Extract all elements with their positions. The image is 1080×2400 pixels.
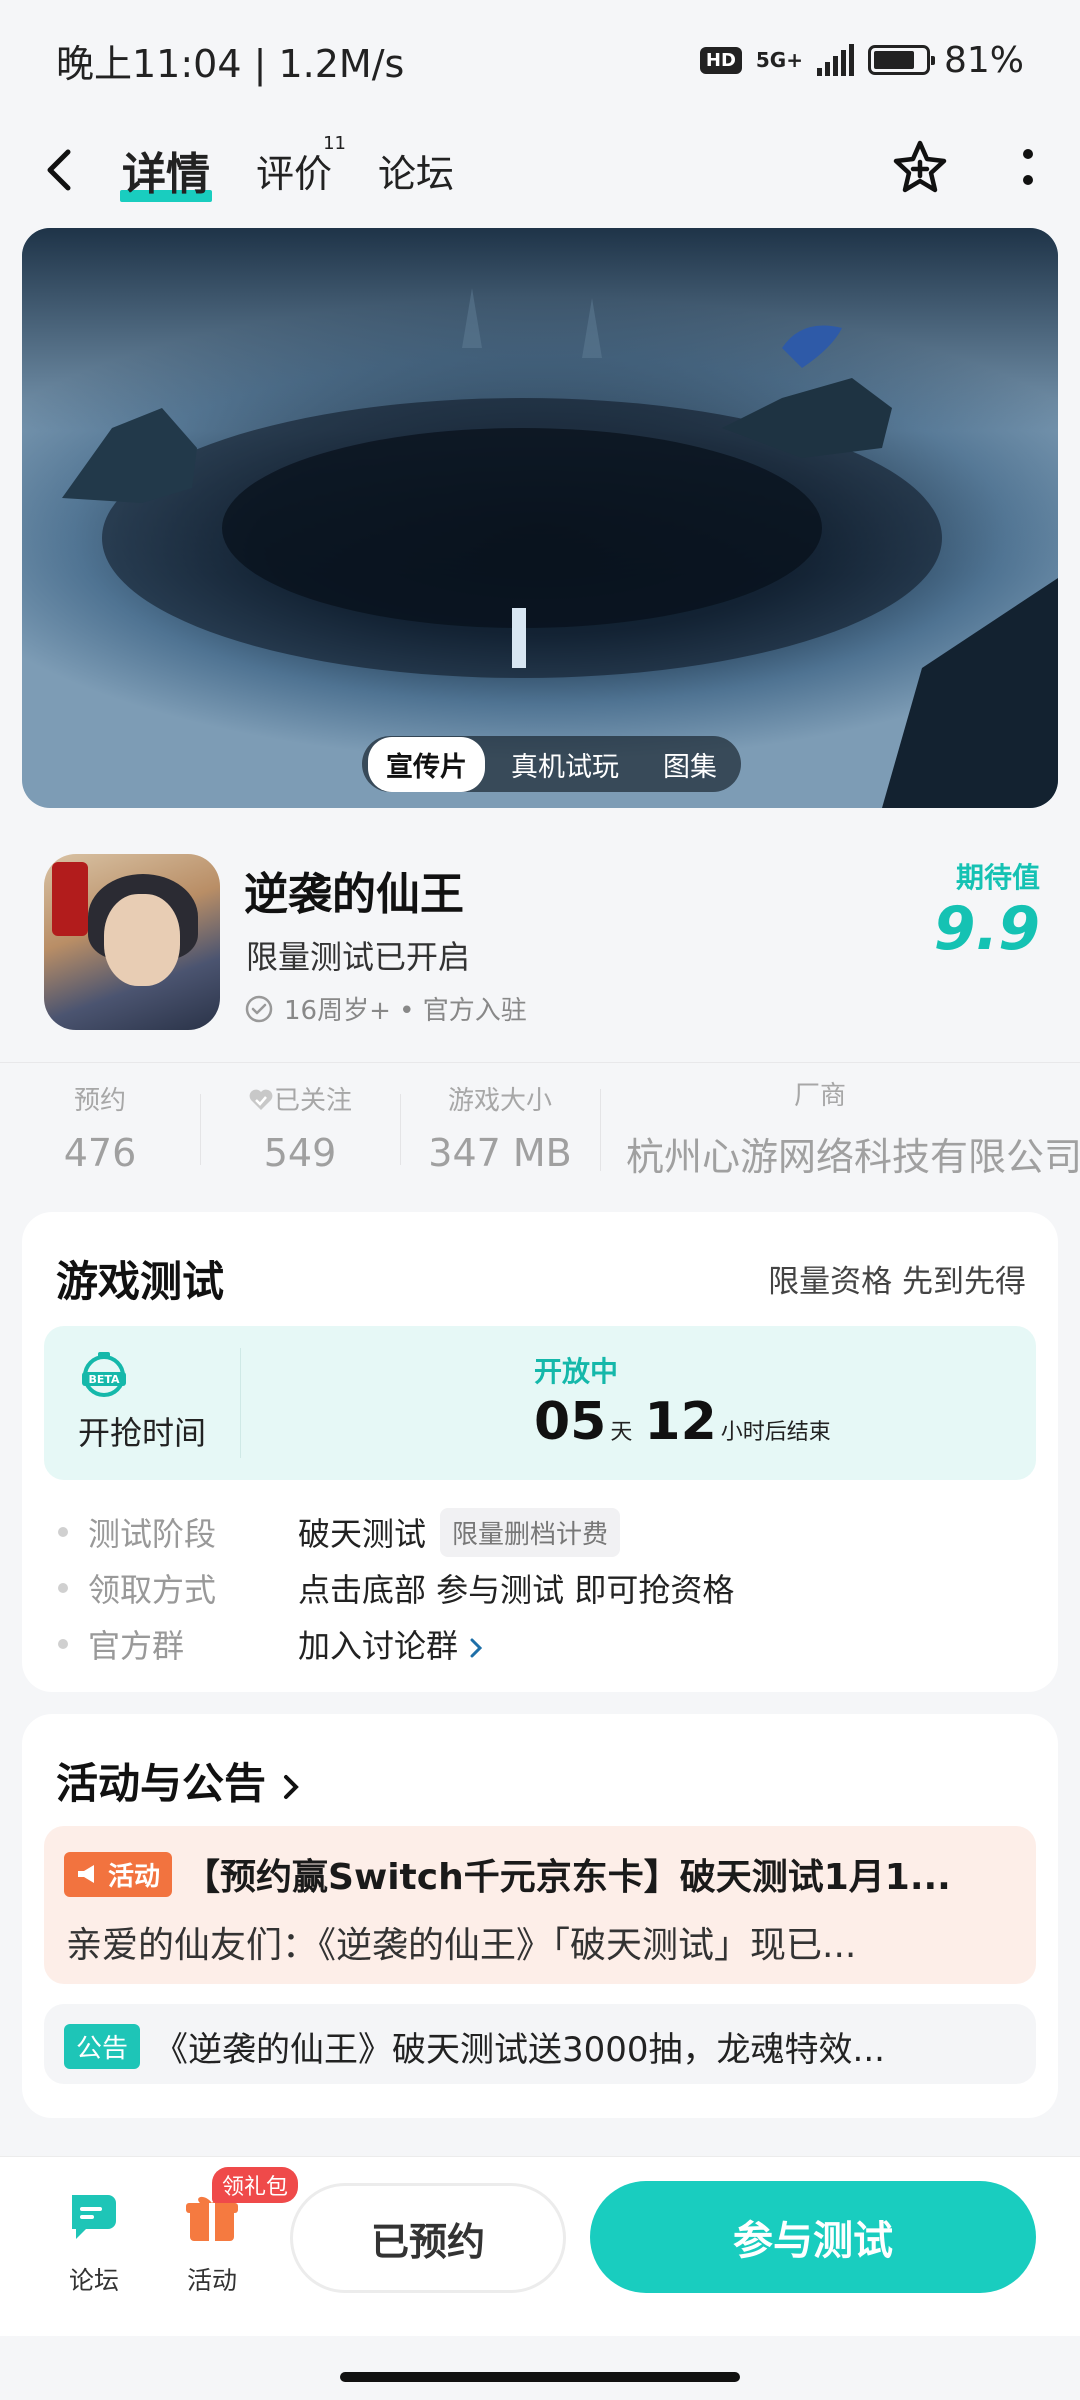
bottom-action-bar: 论坛 活动 领礼包 已预约 参与测试	[0, 2156, 1080, 2336]
stat-value: 549	[263, 1131, 337, 1175]
join-test-button[interactable]: 参与测试	[590, 2181, 1036, 2293]
countdown-days: 05	[534, 1392, 607, 1452]
activity-badge: 活动	[64, 1851, 173, 1897]
favorite-star-button[interactable]	[890, 138, 950, 202]
stat-followers[interactable]: 已关注 549	[200, 1080, 400, 1175]
game-title: 逆袭的仙王	[244, 869, 464, 920]
back-button[interactable]	[44, 145, 94, 195]
hours-unit: 小时后结束	[720, 1420, 831, 1445]
open-state: 开放中	[534, 1355, 619, 1388]
activity-item[interactable]: 活动 【预约赢Switch千元京东卡】破天测试1月1... 亲爱的仙友们：《逆袭…	[44, 1826, 1036, 1984]
notice-item[interactable]: 公告 《逆袭的仙王》破天测试送3000抽，龙魂特效...	[44, 2004, 1036, 2084]
stat-developer[interactable]: 厂商 杭州心游网络科技有限公司	[600, 1075, 1080, 1181]
home-indicator[interactable]	[340, 2372, 740, 2382]
stat-key: 已关注	[200, 1080, 400, 1117]
stat-key: 游戏大小	[447, 1086, 552, 1116]
chevron-right-icon	[283, 1775, 299, 1799]
battery-icon	[867, 45, 935, 75]
game-app-icon	[44, 854, 220, 1030]
forum-label: 论坛	[68, 2266, 119, 2295]
row-key: 领取方式	[88, 1571, 217, 1609]
row-key: 测试阶段	[88, 1515, 217, 1553]
countdown-hours: 12	[644, 1392, 717, 1452]
join-group-link[interactable]: 加入讨论群	[298, 1621, 484, 1667]
chat-bubble-icon	[72, 2195, 116, 2239]
reserved-button[interactable]: 已预约	[290, 2183, 566, 2293]
battery-percent: 81%	[943, 39, 1024, 81]
tab-reviews[interactable]: 评价 11	[256, 133, 346, 198]
stat-reservations: 预约 476	[0, 1080, 200, 1175]
star-plus-icon	[893, 140, 947, 193]
hd-voice-icon: HD	[699, 46, 742, 74]
expectation-score: 期待值 9.9	[934, 856, 1040, 962]
test-chip: 限量删档计费	[440, 1507, 621, 1557]
more-vertical-icon	[1023, 149, 1033, 185]
stat-key: 预约	[73, 1086, 126, 1116]
stat-value: 杭州心游网络科技有限公司	[626, 1134, 1080, 1179]
banner-scene	[62, 288, 1058, 808]
activity-button[interactable]: 活动	[162, 2187, 262, 2297]
card-title: 游戏测试	[56, 1257, 225, 1306]
tab-details[interactable]: 详情	[120, 138, 212, 202]
days-unit: 天	[610, 1420, 633, 1445]
video-tab-trailer[interactable]: 宣传片	[368, 736, 485, 792]
gift-pack-badge: 领礼包	[212, 2167, 299, 2203]
row-value: 破天测试	[298, 1515, 427, 1553]
video-tabs: 宣传片 真机试玩 图集	[362, 736, 741, 792]
stat-key: 厂商	[793, 1080, 846, 1111]
activity-label: 活动	[186, 2266, 237, 2295]
test-info-rows: 测试阶段 破天测试 限量删档计费 领取方式 点击底部 参与测试 即可抢资格 官方…	[58, 1504, 734, 1672]
notice-badge: 公告	[64, 2024, 141, 2069]
grab-time-label: 开抢时间	[78, 1414, 207, 1452]
game-test-card: 游戏测试 限量资格 先到先得 BETA 开抢时间 开放中 05 天 12 小时后…	[22, 1212, 1058, 1692]
network-type: 5G+	[755, 48, 803, 72]
game-tags: 16周岁+ • 官方入驻	[244, 990, 527, 1027]
signal-icon	[816, 44, 854, 76]
game-subtitle: 限量测试已开启	[246, 938, 471, 976]
status-time: 晚上11:04 | 1.2M/s	[56, 41, 405, 86]
stat-value: 347 MB	[428, 1131, 572, 1175]
tab-forum[interactable]: 论坛	[378, 143, 454, 198]
countdown: 05 天 12 小时后结束	[534, 1392, 839, 1452]
test-status-box: BETA 开抢时间 开放中 05 天 12 小时后结束	[44, 1326, 1036, 1480]
more-options-button[interactable]	[1020, 146, 1036, 194]
activity-body: 亲爱的仙友们：《逆袭的仙王》「破天测试」现已...	[66, 1925, 857, 1966]
svg-text:BETA: BETA	[88, 1373, 120, 1386]
forum-button[interactable]: 论坛	[44, 2187, 144, 2297]
chevron-left-icon	[47, 149, 71, 191]
claim-method-row: 领取方式 点击底部 参与测试 即可抢资格	[58, 1560, 734, 1616]
reviews-count: 11	[323, 132, 347, 154]
limited-qualification-text: 限量资格 先到先得	[768, 1264, 1026, 1300]
notice-text: 《逆袭的仙王》破天测试送3000抽，龙魂特效...	[154, 2030, 885, 2070]
activity-headline: 【预约赢Switch千元京东卡】破天测试1月1...	[184, 1857, 951, 1898]
tab-reviews-label: 评价	[256, 151, 333, 196]
icon-seal	[52, 862, 88, 936]
promo-video[interactable]: 宣传片 真机试玩 图集	[22, 228, 1058, 808]
megaphone-icon	[78, 1865, 94, 1883]
activities-announcements-card: 活动与公告 活动 【预约赢Switch千元京东卡】破天测试1月1... 亲爱的仙…	[22, 1714, 1058, 2118]
age-rating-text: 16周岁+ • 官方入驻	[284, 996, 527, 1026]
top-nav: 详情 评价 11 论坛	[0, 120, 1080, 220]
beta-timer-icon: BETA	[82, 1352, 126, 1397]
heart-check-icon	[249, 1089, 273, 1110]
game-info: 逆袭的仙王 限量测试已开启 16周岁+ • 官方入驻 期待值 9.9	[0, 836, 1080, 1036]
expectation-label: 期待值	[955, 861, 1040, 894]
stat-value: 476	[63, 1131, 137, 1175]
check-circle-icon	[245, 995, 273, 1022]
video-tab-gallery[interactable]: 图集	[645, 737, 735, 792]
chevron-right-icon	[470, 1638, 483, 1658]
expectation-value: 9.9	[933, 894, 1040, 964]
status-bar: 晚上11:04 | 1.2M/s HD 5G+ 81%	[0, 0, 1080, 120]
row-value: 点击底部 参与测试 即可抢资格	[298, 1571, 735, 1609]
game-stats: 预约 476 已关注 549 游戏大小 347 MB 厂商 杭州心游网络科技有限…	[0, 1062, 1080, 1192]
official-group-row: 官方群 加入讨论群	[58, 1616, 734, 1672]
video-tab-gameplay[interactable]: 真机试玩	[493, 737, 637, 792]
stat-size: 游戏大小 347 MB	[400, 1080, 600, 1175]
row-key: 官方群	[88, 1627, 185, 1665]
news-section-link[interactable]: 活动与公告	[56, 1750, 301, 1811]
test-stage-row: 测试阶段 破天测试 限量删档计费	[58, 1504, 734, 1560]
